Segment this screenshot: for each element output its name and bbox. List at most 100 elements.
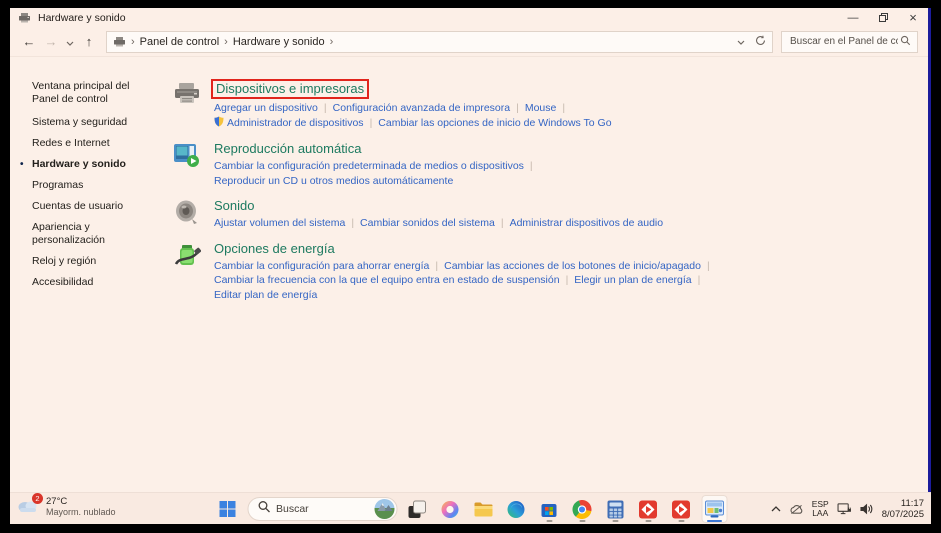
link-separator: | (501, 217, 504, 229)
task-link[interactable]: Configuración avanzada de impresora (333, 102, 510, 114)
task-link[interactable]: Cambiar la configuración para ahorrar en… (214, 260, 429, 272)
task-link[interactable]: Editar plan de energía (214, 289, 317, 301)
clock[interactable]: 11:17 8/07/2025 (882, 498, 924, 520)
taskbar-icon-start[interactable] (214, 495, 240, 523)
search-input[interactable] (788, 35, 900, 48)
taskbar-icon-chrome[interactable] (569, 495, 595, 523)
section-title-devices-printers[interactable]: Dispositivos e impresoras (211, 79, 369, 99)
task-link[interactable]: Cambiar las opciones de inicio de Window… (378, 117, 611, 129)
network-icon[interactable] (837, 503, 852, 515)
task-link[interactable]: Reproducir un CD u otros medios automáti… (214, 175, 453, 187)
back-button[interactable]: ← (18, 34, 40, 49)
section-title-power-options[interactable]: Opciones de energía (214, 241, 335, 257)
task-link[interactable]: Ajustar volumen del sistema (214, 217, 345, 229)
section-title-sound[interactable]: Sonido (214, 198, 254, 214)
forward-button[interactable]: → (40, 34, 62, 49)
language-indicator[interactable]: ESP LAA (812, 500, 829, 519)
search-icon (257, 500, 270, 518)
screenshot-root: Hardware y sonido — × ← → ↑ › Panel de co… (0, 0, 941, 533)
language-line2: LAA (812, 509, 828, 519)
onedrive-offline-icon[interactable] (789, 504, 804, 515)
task-link-label: Ajustar volumen del sistema (214, 217, 345, 229)
search-icon[interactable] (900, 33, 911, 51)
taskbar-icon-red-app-2[interactable] (668, 495, 694, 523)
speaker-icon[interactable] (170, 197, 204, 231)
sidebar-item-apariencia-y-personalizaci-n[interactable]: Apariencia y personalización (32, 221, 150, 247)
task-link-label: Editar plan de energía (214, 289, 317, 301)
category-section-autoplay: Reproducción automática Cambiar la config… (170, 140, 928, 188)
breadcrumb-item[interactable]: Panel de control (140, 36, 220, 48)
taskbar-icon-edge[interactable] (503, 495, 529, 523)
refresh-icon[interactable] (755, 35, 766, 49)
clock-time: 11:17 (901, 498, 924, 509)
power-icon[interactable] (170, 240, 204, 303)
task-link[interactable]: Cambiar las acciones de los botones de i… (444, 260, 701, 272)
chrome-icon (573, 500, 592, 519)
address-dropdown-chevron-icon[interactable] (737, 36, 745, 48)
taskbar-icon-red-app-1[interactable] (635, 495, 661, 523)
taskbar: 2 27°C Mayorm. nublado Buscar ESP LAA 11 (10, 492, 931, 524)
close-button[interactable]: × (898, 8, 928, 27)
sidebar-item-accesibilidad[interactable]: Accesibilidad (32, 276, 150, 289)
task-link[interactable]: Mouse (525, 102, 557, 114)
clock-date: 8/07/2025 (882, 509, 924, 520)
taskbar-icon-taskview[interactable] (404, 495, 430, 523)
recent-pages-chevron-icon[interactable] (62, 34, 78, 49)
task-link-label: Elegir un plan de energía (574, 274, 691, 286)
sidebar-item-label: Accesibilidad (32, 276, 93, 288)
breadcrumb-chevron-icon: › (224, 36, 228, 48)
running-indicator (707, 520, 722, 523)
taskbar-icons: Buscar (214, 493, 727, 525)
taskbar-icon-explorer[interactable] (470, 495, 496, 523)
task-link[interactable]: Elegir un plan de energía (574, 274, 691, 286)
link-separator: | (707, 260, 710, 272)
minimize-button[interactable]: — (838, 8, 868, 27)
taskbar-search-label: Buscar (276, 503, 374, 515)
sidebar-item-ventana-principal-del-panel-de-control[interactable]: Ventana principal del Panel de control (32, 80, 150, 106)
sidebar-item-cuentas-de-usuario[interactable]: Cuentas de usuario (32, 200, 150, 213)
screen-edge-accent (928, 8, 931, 524)
control-panel-search (781, 31, 918, 53)
task-link[interactable]: Cambiar la frecuencia con la que el equi… (214, 274, 560, 286)
system-tray: ESP LAA 11:17 8/07/2025 (771, 493, 924, 525)
task-link[interactable]: Administrar dispositivos de audio (510, 217, 664, 229)
tray-overflow-chevron-icon[interactable] (771, 506, 781, 512)
restore-button[interactable] (868, 8, 898, 27)
breadcrumb-icon[interactable] (113, 36, 126, 47)
weather-widget[interactable]: 2 27°C Mayorm. nublado (17, 496, 116, 518)
autoplay-icon[interactable] (170, 140, 204, 188)
category-section-power-options: Opciones de energía Cambiar la configurac… (170, 240, 928, 303)
active-bullet-icon: • (20, 158, 24, 171)
navigation-toolbar: ← → ↑ ›Panel de control›Hardware y sonid… (10, 27, 928, 57)
taskbar-icon-copilot[interactable] (437, 495, 463, 523)
section-body: Sonido Ajustar volumen del sistema | Cambia… (214, 197, 663, 231)
taskbar-icon-store[interactable] (536, 495, 562, 523)
section-title-autoplay[interactable]: Reproducción automática (214, 141, 361, 157)
running-indicator (546, 520, 552, 523)
sidebar-item-hardware-y-sonido[interactable]: •Hardware y sonido (32, 158, 150, 171)
up-button[interactable]: ↑ (78, 34, 100, 49)
taskbar-icon-control-panel[interactable] (701, 495, 727, 523)
explorer-icon (473, 501, 493, 518)
task-link-label: Configuración avanzada de impresora (333, 102, 510, 114)
task-link[interactable]: Administrador de dispositivos (214, 117, 364, 129)
category-section-devices-printers: Dispositivos e impresoras Agregar un disp… (170, 79, 928, 131)
task-link[interactable]: Cambiar sonidos del sistema (360, 217, 495, 229)
calculator-icon (606, 500, 624, 519)
sidebar-item-reloj-y-regi-n[interactable]: Reloj y región (32, 255, 150, 268)
task-link[interactable]: Cambiar la configuración predeterminada … (214, 160, 524, 172)
sidebar-item-programas[interactable]: Programas (32, 179, 150, 192)
sidebar-item-label: Reloj y región (32, 255, 96, 267)
taskbar-search[interactable]: Buscar (247, 497, 397, 521)
breadcrumb-item[interactable]: Hardware y sonido (233, 36, 325, 48)
breadcrumb[interactable]: ›Panel de control›Hardware y sonido› (106, 31, 773, 53)
volume-icon[interactable] (860, 503, 874, 515)
taskbar-icon-calculator[interactable] (602, 495, 628, 523)
sidebar-item-redes-e-internet[interactable]: Redes e Internet (32, 137, 150, 150)
printer-icon[interactable] (170, 79, 204, 131)
task-link[interactable]: Agregar un dispositivo (214, 102, 318, 114)
sidebar-item-label: Programas (32, 179, 83, 191)
window-controls: — × (838, 8, 928, 27)
copilot-icon (441, 500, 460, 519)
sidebar-item-sistema-y-seguridad[interactable]: Sistema y seguridad (32, 116, 150, 129)
